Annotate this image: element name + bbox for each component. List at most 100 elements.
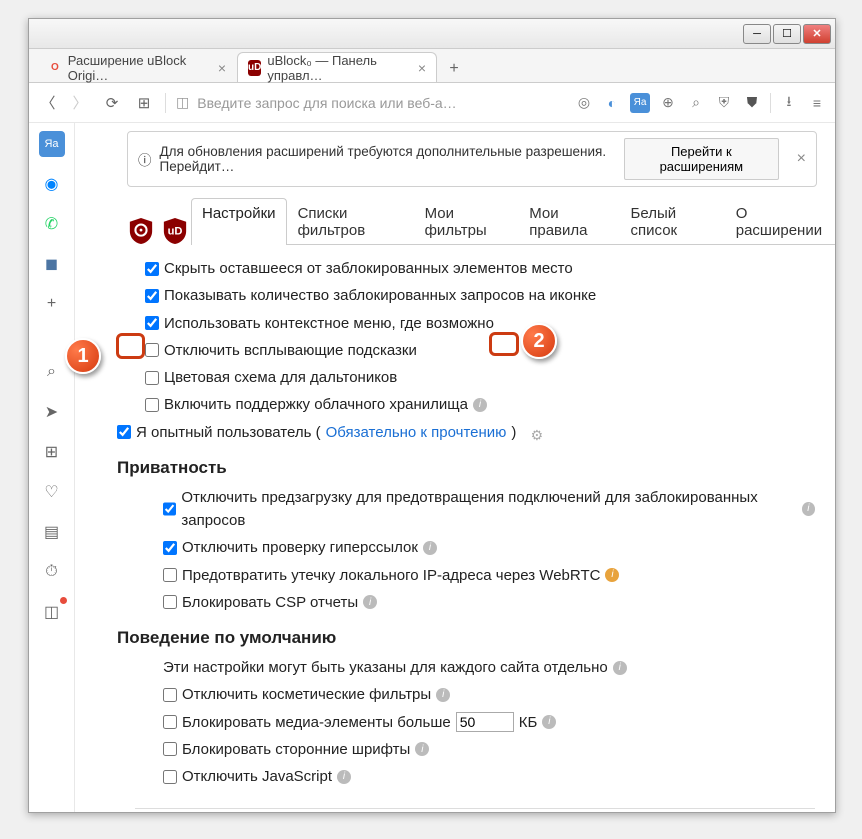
window-maximize-button[interactable]: ☐: [773, 24, 801, 44]
info-icon[interactable]: i: [337, 770, 351, 784]
sidebar-send-icon[interactable]: ➤: [39, 399, 65, 425]
window-titlebar: ─ ☐ ✕: [29, 19, 835, 49]
sidebar: Яa ◉ ✆ ◼ + ⌕ ➤ ⊞ ♡ ▤ ⏱ ◫: [29, 123, 75, 812]
window-minimize-button[interactable]: ─: [743, 24, 771, 44]
tab-filter-lists[interactable]: Списки фильтров: [287, 198, 414, 245]
tab-whitelist[interactable]: Белый список: [620, 198, 725, 245]
label: Отключить JavaScript: [182, 765, 332, 788]
sidebar-add-icon[interactable]: +: [39, 291, 65, 317]
info-icon[interactable]: i: [802, 502, 815, 516]
close-icon[interactable]: ×: [418, 60, 426, 76]
tab-my-rules[interactable]: Мои правила: [518, 198, 619, 245]
info-icon[interactable]: i: [613, 661, 627, 675]
ublock-small-icon: uD: [161, 217, 189, 245]
search-icon[interactable]: ⌕: [686, 93, 706, 113]
info-icon[interactable]: i: [363, 595, 377, 609]
media-size-input[interactable]: [456, 712, 514, 732]
behavior-heading: Поведение по умолчанию: [117, 628, 815, 648]
info-icon[interactable]: i: [605, 568, 619, 582]
ublock-shield-icon: [127, 217, 155, 245]
label: Блокировать сторонние шрифты: [182, 738, 410, 761]
gear-icon[interactable]: ⚙: [531, 425, 546, 440]
menu-icon[interactable]: ≡: [807, 93, 827, 113]
tab-label: uBlock₀ — Панель управл…: [267, 53, 407, 83]
required-reading-link[interactable]: Обязательно к прочтению: [326, 421, 507, 444]
privacy-heading: Приватность: [117, 458, 815, 478]
content-area: ⓘ Для обновления расширений требуются до…: [75, 123, 835, 812]
translate-icon[interactable]: Яa: [630, 93, 650, 113]
permissions-notice: ⓘ Для обновления расширений требуются до…: [127, 131, 817, 187]
sidebar-grid-icon[interactable]: ⊞: [39, 439, 65, 465]
info-icon[interactable]: i: [415, 742, 429, 756]
info-icon[interactable]: i: [473, 398, 487, 412]
sidebar-package-icon[interactable]: ◫: [39, 599, 65, 625]
tab-ublock-dashboard[interactable]: uD uBlock₀ — Панель управл… ×: [237, 52, 437, 82]
browser-toolbar: 〈 〉 ⟳ ⊞ ◫ Введите запрос для поиска или …: [29, 83, 835, 123]
checkbox-block-media[interactable]: [163, 715, 177, 729]
checkbox-csp-reports[interactable]: [163, 595, 177, 609]
page-header: uD Настройки Списки фильтров Мои фильтры…: [127, 197, 835, 245]
extension-icon: ◫: [176, 94, 189, 111]
tab-my-filters[interactable]: Мои фильтры: [414, 198, 519, 245]
checkbox-context-menu[interactable]: [145, 316, 159, 330]
label: Отключить проверку гиперссылок: [182, 536, 418, 559]
info-icon[interactable]: i: [542, 715, 556, 729]
download-icon[interactable]: ⭳: [779, 93, 799, 113]
divider: [165, 93, 166, 113]
sidebar-heart-icon[interactable]: ♡: [39, 479, 65, 505]
sidebar-history-icon[interactable]: ⏱: [39, 559, 65, 585]
goto-extensions-button[interactable]: Перейти к расширениям: [624, 138, 779, 180]
behavior-desc: Эти настройки могут быть указаны для каж…: [163, 656, 608, 679]
window-close-button[interactable]: ✕: [803, 24, 831, 44]
new-tab-button[interactable]: +: [441, 56, 467, 82]
label: ): [511, 421, 516, 444]
checkbox-show-badge[interactable]: [145, 289, 159, 303]
sidebar-translate-icon[interactable]: Яa: [39, 131, 65, 157]
checkbox-cosmetic-filters[interactable]: [163, 688, 177, 702]
close-icon[interactable]: ×: [797, 150, 806, 168]
label: Использовать контекстное меню, где возмо…: [164, 312, 494, 335]
label: Цветовая схема для дальтоников: [164, 366, 397, 389]
sidebar-news-icon[interactable]: ▤: [39, 519, 65, 545]
opera-vpn-icon[interactable]: ◐: [602, 93, 622, 113]
checkbox-colorblind[interactable]: [145, 371, 159, 385]
info-icon: ⓘ: [138, 149, 152, 169]
label: Блокировать CSP отчеты: [182, 591, 358, 614]
sidebar-messenger-icon[interactable]: ◉: [39, 171, 65, 197]
shield2-icon[interactable]: ⛊: [742, 93, 762, 113]
sidebar-whatsapp-icon[interactable]: ✆: [39, 211, 65, 237]
highlight-box-2: [489, 332, 519, 356]
label: Предотвратить утечку локального IP-адрес…: [182, 564, 600, 587]
checkbox-disable-hyperlink-audit[interactable]: [163, 541, 177, 555]
tab-about[interactable]: О расширении: [725, 198, 835, 245]
settings-panel: Скрыть оставшееся от заблокированных эле…: [87, 245, 835, 812]
forward-button[interactable]: 〉: [69, 92, 91, 114]
shield-icon[interactable]: ⛨: [714, 93, 734, 113]
globe-icon[interactable]: ⊕: [658, 93, 678, 113]
checkbox-disable-prefetch[interactable]: [163, 502, 176, 516]
checkbox-webrtc[interactable]: [163, 568, 177, 582]
panel-tabs: Настройки Списки фильтров Мои фильтры Мо…: [191, 197, 835, 245]
divider: [135, 808, 815, 809]
opera-icon: O: [48, 60, 62, 76]
sidebar-vk-icon[interactable]: ◼: [39, 251, 65, 277]
checkbox-disable-js[interactable]: [163, 770, 177, 784]
address-bar[interactable]: ◫ Введите запрос для поиска или веб-а…: [176, 94, 564, 111]
checkbox-disable-tooltips[interactable]: [145, 343, 159, 357]
back-button[interactable]: 〈: [37, 92, 59, 114]
label: Блокировать медиа-элементы больше: [182, 711, 451, 734]
sidebar-search-icon[interactable]: ⌕: [39, 359, 65, 385]
checkbox-block-fonts[interactable]: [163, 742, 177, 756]
checkbox-cloud-storage[interactable]: [145, 398, 159, 412]
reload-button[interactable]: ⟳: [101, 92, 123, 114]
speed-dial-button[interactable]: ⊞: [133, 92, 155, 114]
info-icon[interactable]: i: [436, 688, 450, 702]
label: Скрыть оставшееся от заблокированных эле…: [164, 257, 573, 280]
camera-icon[interactable]: ◎: [574, 93, 594, 113]
checkbox-advanced-user[interactable]: [117, 425, 131, 439]
tab-extension[interactable]: O Расширение uBlock Origi… ×: [37, 52, 237, 82]
checkbox-hide-placeholders[interactable]: [145, 262, 159, 276]
tab-settings[interactable]: Настройки: [191, 198, 287, 245]
info-icon[interactable]: i: [423, 541, 437, 555]
close-icon[interactable]: ×: [218, 60, 226, 76]
